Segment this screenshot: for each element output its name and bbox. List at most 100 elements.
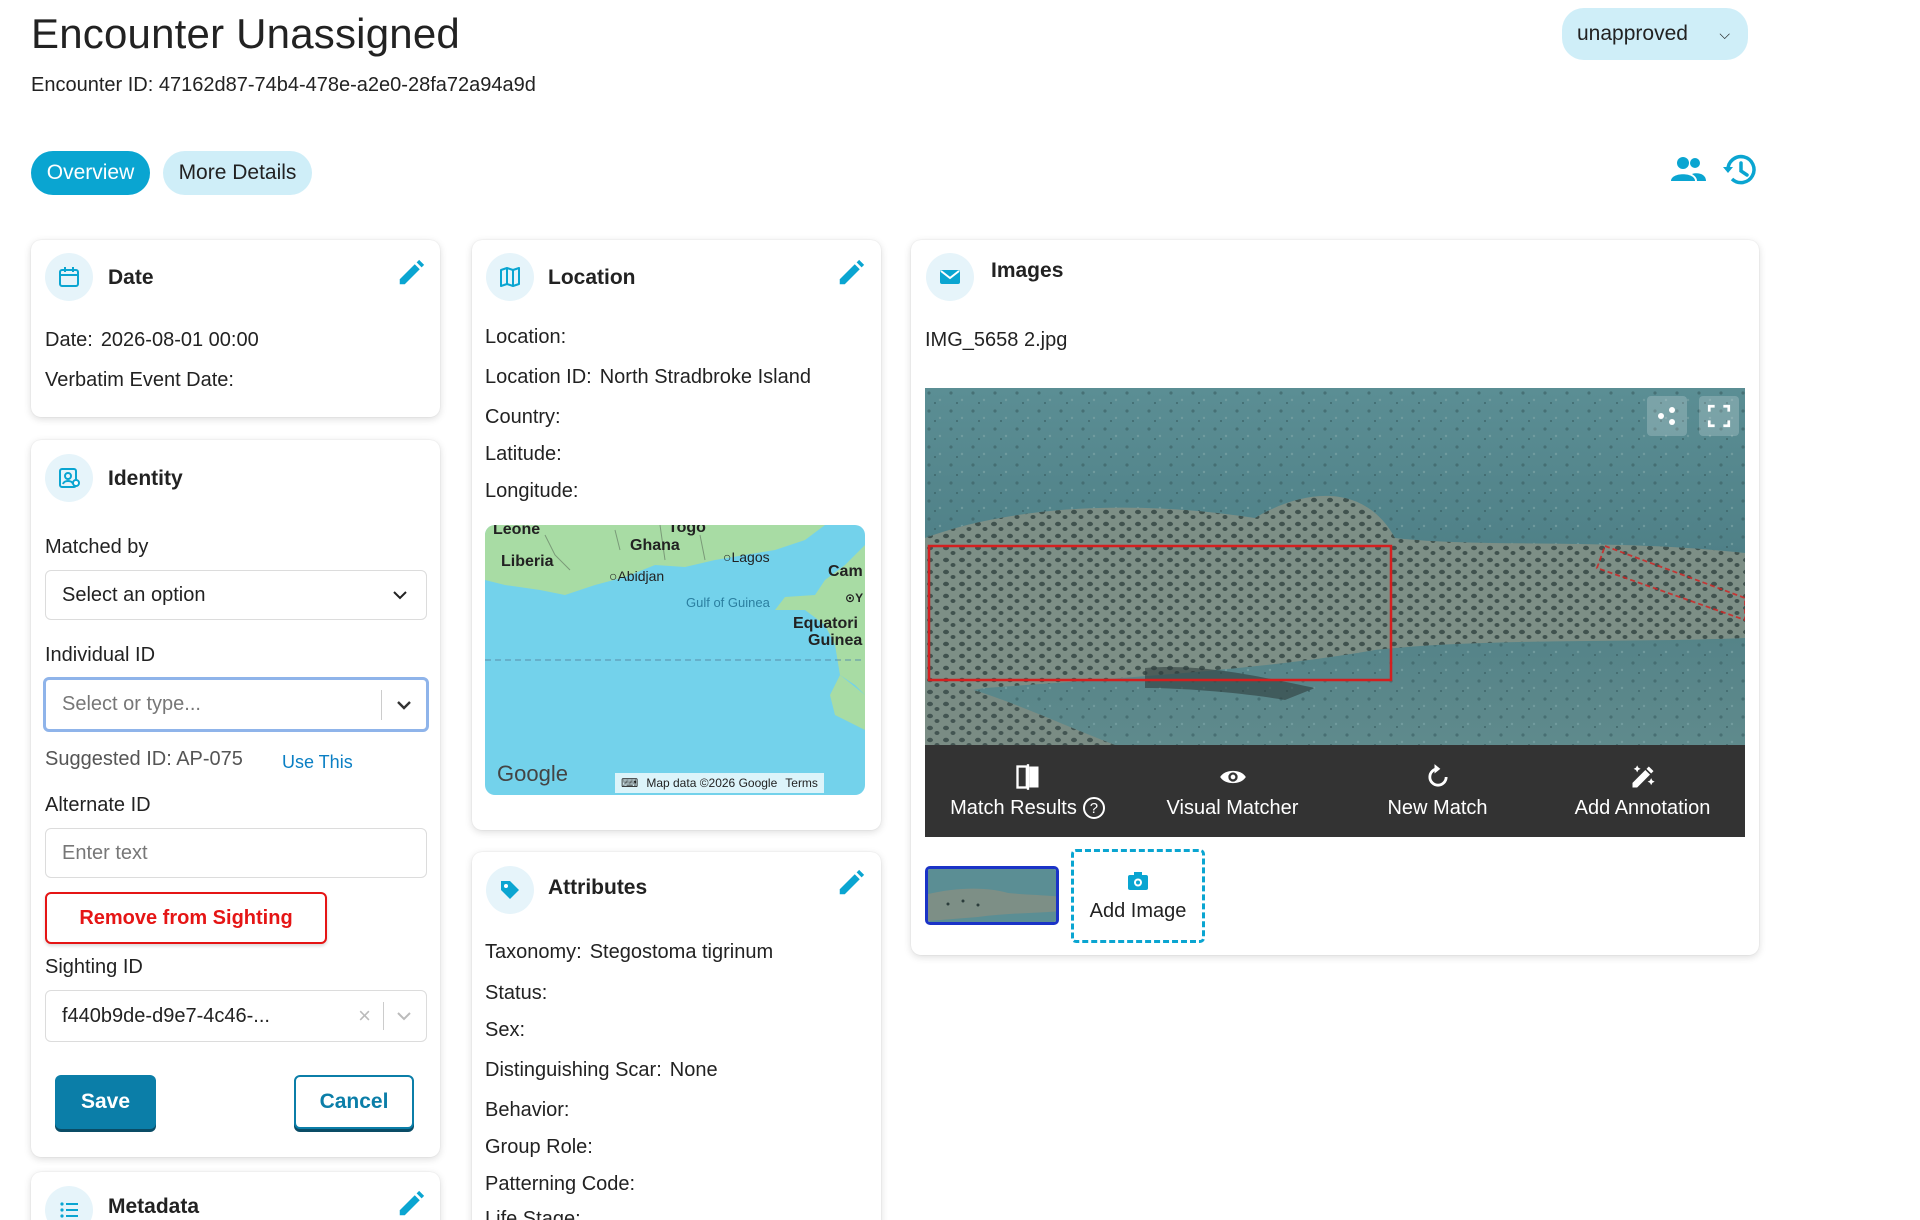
attributes-card-title: Attributes — [548, 876, 648, 899]
matched-by-label: Matched by — [45, 536, 149, 558]
match-results-button[interactable]: Match Results ? — [925, 745, 1130, 837]
tag-icon — [501, 881, 519, 899]
matched-by-select[interactable]: Select an option — [45, 570, 427, 620]
chevron-down-icon — [393, 591, 407, 600]
add-annotation-label: Add Annotation — [1574, 796, 1711, 819]
help-icon[interactable]: ? — [1082, 797, 1105, 819]
image-thumbnail[interactable] — [925, 866, 1059, 925]
location-id-label: Location ID: — [485, 366, 592, 388]
date-label: Date: — [45, 329, 93, 351]
location-card-title: Location — [548, 266, 636, 289]
refresh-icon — [1427, 763, 1448, 787]
image-filename: IMG_5658 2.jpg — [925, 329, 1068, 351]
identity-card-title: Identity — [108, 467, 183, 490]
map-label-abidjan: ○Abidjan — [609, 568, 665, 584]
longitude-label: Longitude: — [485, 480, 579, 502]
select-separator — [383, 1002, 384, 1030]
google-logo[interactable]: Google — [497, 761, 568, 787]
location-label: Location: — [485, 326, 567, 348]
map-label-y: ⊙Y — [845, 591, 864, 605]
users-icon[interactable] — [1668, 150, 1708, 190]
matched-by-value: Select an option — [62, 583, 206, 606]
alternate-id-label: Alternate ID — [45, 794, 151, 816]
annotate-icon — [1632, 764, 1655, 787]
sighting-id-select[interactable]: f440b9de-d9e7-4c46-... × — [45, 990, 427, 1042]
edit-pencil-icon[interactable] — [836, 868, 866, 898]
latitude-label: Latitude: — [485, 443, 562, 465]
edit-pencil-icon[interactable] — [836, 258, 866, 288]
encounter-id: Encounter ID: 47162d87-74b4-478e-a2e0-28… — [31, 74, 536, 96]
taxonomy-field: Taxonomy: Stegostoma tigrinum — [485, 941, 773, 964]
chevron-down-icon[interactable] — [396, 1011, 412, 1021]
location-icon-badge — [486, 253, 534, 301]
map-label-liberia: Liberia — [501, 553, 554, 570]
patterning-code-label: Patterning Code: — [485, 1173, 636, 1195]
map-data-text: Map data ©2026 Google — [646, 776, 778, 790]
select-separator — [381, 689, 382, 720]
shark-photo — [925, 388, 1745, 745]
taxonomy-label: Taxonomy: — [485, 941, 582, 963]
edit-pencil-icon[interactable] — [396, 1189, 426, 1219]
cancel-button[interactable]: Cancel — [294, 1075, 414, 1129]
status-select[interactable]: unapproved ⌵ — [1562, 8, 1748, 60]
date-card-title: Date — [108, 266, 154, 289]
verbatim-date-label: Verbatim Event Date: — [45, 369, 234, 391]
individual-id-input[interactable]: Select or type... — [43, 677, 429, 732]
chevron-down-icon[interactable] — [396, 700, 412, 710]
location-id-field: Location ID: North Stradbroke Island — [485, 366, 811, 389]
new-match-label: New Match — [1387, 796, 1488, 819]
scar-value: None — [669, 1059, 718, 1081]
behavior-label: Behavior: — [485, 1099, 570, 1121]
map-terms-link[interactable]: Terms — [785, 776, 818, 790]
tab-overview[interactable]: Overview — [31, 151, 150, 195]
images-icon-badge — [926, 253, 974, 301]
match-results-label: Match Results — [950, 796, 1077, 819]
individual-id-placeholder: Select or type... — [62, 693, 201, 715]
edit-pencil-icon[interactable] — [396, 258, 426, 288]
calendar-icon-badge — [45, 253, 93, 301]
scar-label: Distinguishing Scar: — [485, 1059, 662, 1081]
save-button[interactable]: Save — [55, 1075, 156, 1129]
individual-id-label: Individual ID — [45, 644, 156, 666]
new-match-button[interactable]: New Match — [1335, 745, 1540, 837]
status-label: Status: — [485, 982, 548, 1004]
fullscreen-icon[interactable] — [1699, 396, 1739, 436]
map-label-cam: Cam — [828, 563, 863, 580]
visual-matcher-button[interactable]: Visual Matcher — [1130, 745, 1335, 837]
encounter-photo[interactable] — [925, 388, 1745, 745]
country-label: Country: — [485, 406, 561, 428]
map-icon — [500, 267, 520, 287]
history-icon[interactable] — [1720, 150, 1760, 190]
suggested-id: Suggested ID: AP-075 — [45, 748, 243, 770]
attributes-icon-badge — [486, 866, 534, 914]
id-card-icon — [59, 468, 80, 488]
location-id-value: North Stradbroke Island — [599, 366, 811, 388]
scar-field: Distinguishing Scar: None — [485, 1059, 718, 1082]
remove-from-sighting-button[interactable]: Remove from Sighting — [45, 892, 327, 944]
identity-icon-badge — [45, 454, 93, 502]
location-map[interactable]: Leone Togo Ghana Liberia ○Lagos ○Abidjan… — [485, 525, 865, 795]
share-icon[interactable] — [1647, 396, 1687, 436]
images-card-title: Images — [991, 259, 1064, 282]
sex-label: Sex: — [485, 1019, 526, 1041]
metadata-card-title: Metadata — [108, 1195, 200, 1218]
keyboard-icon[interactable]: ⌨ — [621, 776, 638, 790]
map-label-gulf-of-guinea: Gulf of Guinea — [686, 595, 770, 610]
group-role-label: Group Role: — [485, 1136, 593, 1158]
taxonomy-value: Stegostoma tigrinum — [589, 941, 774, 963]
tab-more-details[interactable]: More Details — [163, 151, 312, 195]
use-this-link[interactable]: Use This — [282, 752, 353, 773]
image-toolbar: Match Results ? Visual Matcher New Match… — [925, 745, 1745, 837]
add-image-button[interactable]: Add Image — [1071, 849, 1205, 943]
eye-icon — [1219, 770, 1246, 783]
alternate-id-input[interactable]: Enter text — [45, 828, 427, 878]
add-annotation-button[interactable]: Add Annotation — [1540, 745, 1745, 837]
camera-icon — [1128, 871, 1148, 890]
attributes-card — [472, 852, 881, 1220]
page-title: Encounter Unassigned — [31, 10, 460, 57]
sighting-id-label: Sighting ID — [45, 956, 143, 978]
clear-icon[interactable]: × — [358, 1003, 371, 1029]
chevron-down-icon: ⌵ — [1719, 25, 1730, 42]
map-attribution: ⌨ Map data ©2026 Google Terms — [615, 773, 824, 793]
visual-matcher-label: Visual Matcher — [1166, 796, 1299, 819]
